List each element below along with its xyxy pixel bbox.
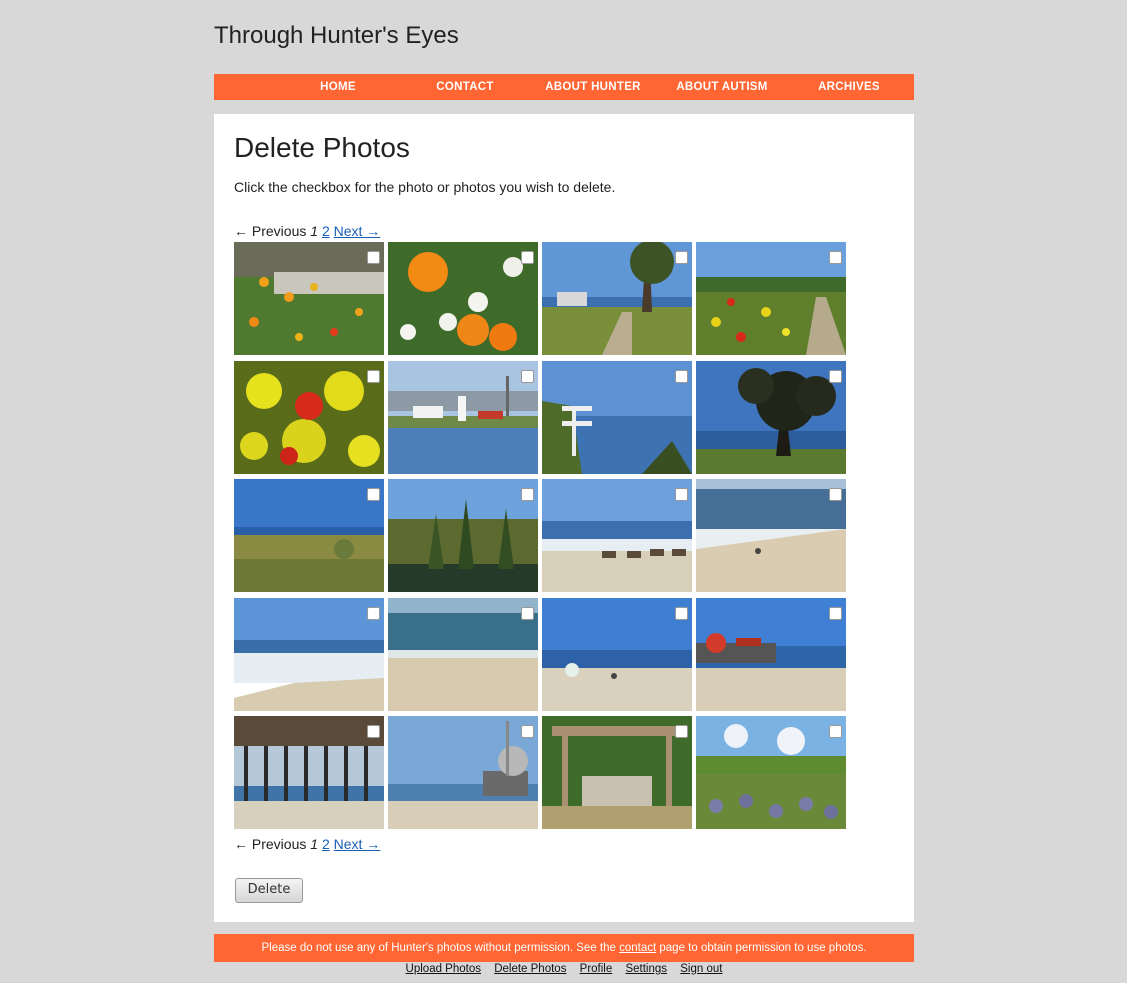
- admin-links: Upload Photos Delete Photos Profile Sett…: [214, 963, 914, 975]
- upload-photos-link[interactable]: Upload Photos: [406, 963, 481, 975]
- photo-image: [696, 242, 846, 355]
- pager-top: ← Previous 1 2 Next →: [234, 223, 380, 239]
- photo-image: [542, 597, 692, 711]
- pager-page-2-link[interactable]: 2: [322, 223, 330, 239]
- photo-image: [234, 360, 384, 474]
- photo-thumbnail[interactable]: [696, 716, 846, 829]
- photo-image: [388, 242, 538, 355]
- photo-image: [388, 716, 538, 829]
- photo-checkbox[interactable]: [829, 251, 842, 264]
- photo-thumbnail[interactable]: [542, 242, 692, 355]
- photo-checkbox[interactable]: [521, 488, 534, 501]
- photo-image: [388, 479, 538, 592]
- nav-home[interactable]: HOME: [278, 74, 398, 100]
- photo-checkbox[interactable]: [521, 725, 534, 738]
- photo-image: [696, 597, 846, 711]
- photo-checkbox[interactable]: [675, 369, 688, 383]
- nav-archives[interactable]: ARCHIVES: [789, 74, 909, 100]
- photo-checkbox[interactable]: [675, 251, 688, 264]
- photo-checkbox[interactable]: [521, 251, 534, 264]
- photo-checkbox[interactable]: [367, 725, 380, 738]
- page-title: Delete Photos: [234, 132, 410, 163]
- site-title[interactable]: Through Hunter's Eyes: [214, 22, 459, 50]
- pager-previous: ← Previous: [234, 223, 307, 239]
- photo-image: [542, 242, 692, 355]
- nav-about-autism[interactable]: ABOUT AUTISM: [662, 74, 782, 100]
- photo-image: [234, 242, 384, 355]
- sign-out-link[interactable]: Sign out: [680, 963, 722, 975]
- photo-thumbnail[interactable]: [234, 597, 384, 711]
- footer-text-before: Please do not use any of Hunter's photos…: [261, 942, 620, 954]
- photo-thumbnail[interactable]: [388, 360, 538, 474]
- photo-checkbox[interactable]: [367, 369, 380, 383]
- photo-image: [234, 597, 384, 711]
- photo-image: [696, 716, 846, 829]
- nav-contact[interactable]: CONTACT: [405, 74, 525, 100]
- photo-thumbnail[interactable]: [234, 242, 384, 355]
- photo-thumbnail[interactable]: [234, 479, 384, 592]
- footer-contact-link[interactable]: contact: [619, 942, 656, 954]
- photo-checkbox[interactable]: [367, 251, 380, 264]
- photo-checkbox[interactable]: [829, 488, 842, 501]
- photo-image: [234, 716, 384, 829]
- photo-image: [542, 479, 692, 592]
- pager-bottom: ← Previous 1 2 Next →: [234, 836, 380, 852]
- pager-next-link[interactable]: Next →: [334, 836, 381, 852]
- photo-thumbnail[interactable]: [542, 597, 692, 711]
- photo-checkbox[interactable]: [829, 725, 842, 738]
- photo-checkbox[interactable]: [675, 606, 688, 620]
- photo-thumbnail[interactable]: [388, 597, 538, 711]
- photo-image: [388, 360, 538, 474]
- photo-image: [388, 597, 538, 711]
- photo-checkbox[interactable]: [521, 369, 534, 383]
- pager-previous: ← Previous: [234, 836, 307, 852]
- photo-checkbox[interactable]: [367, 606, 380, 620]
- photo-checkbox[interactable]: [521, 606, 534, 620]
- photo-image: [234, 479, 384, 592]
- main-nav: HOME CONTACT ABOUT HUNTER ABOUT AUTISM A…: [214, 74, 914, 100]
- delete-photos-link[interactable]: Delete Photos: [494, 963, 566, 975]
- photo-checkbox[interactable]: [367, 488, 380, 501]
- photo-image: [696, 479, 846, 592]
- pager-next-link[interactable]: Next →: [334, 223, 381, 239]
- photo-thumbnail[interactable]: [388, 479, 538, 592]
- pager-current: 1: [310, 223, 319, 239]
- photo-checkbox[interactable]: [829, 369, 842, 383]
- photo-thumbnail[interactable]: [696, 242, 846, 355]
- settings-link[interactable]: Settings: [625, 963, 667, 975]
- photo-thumbnail[interactable]: [696, 479, 846, 592]
- photo-checkbox[interactable]: [829, 606, 842, 620]
- pager-current: 1: [310, 836, 319, 852]
- nav-about-hunter[interactable]: ABOUT HUNTER: [533, 74, 653, 100]
- photo-checkbox[interactable]: [675, 725, 688, 738]
- content-panel: Delete Photos Click the checkbox for the…: [214, 114, 914, 922]
- photo-thumbnail[interactable]: [542, 716, 692, 829]
- photo-thumbnail[interactable]: [234, 360, 384, 474]
- footer-text-after: page to obtain permission to use photos.: [656, 942, 867, 954]
- profile-link[interactable]: Profile: [580, 963, 613, 975]
- photo-thumbnail[interactable]: [696, 597, 846, 711]
- photo-thumbnail[interactable]: [388, 716, 538, 829]
- photo-image: [696, 360, 846, 474]
- pager-page-2-link[interactable]: 2: [322, 836, 330, 852]
- photo-image: [542, 360, 692, 474]
- photo-thumbnail[interactable]: [542, 479, 692, 592]
- photo-image: [542, 716, 692, 829]
- photo-thumbnail[interactable]: [234, 716, 384, 829]
- photo-thumbnail[interactable]: [696, 360, 846, 474]
- footer-notice: Please do not use any of Hunter's photos…: [214, 934, 914, 962]
- instructions-text: Click the checkbox for the photo or phot…: [234, 179, 616, 195]
- photo-thumbnail[interactable]: [388, 242, 538, 355]
- photo-checkbox[interactable]: [675, 488, 688, 501]
- photo-thumbnail[interactable]: [542, 360, 692, 474]
- delete-button[interactable]: Delete: [235, 878, 303, 903]
